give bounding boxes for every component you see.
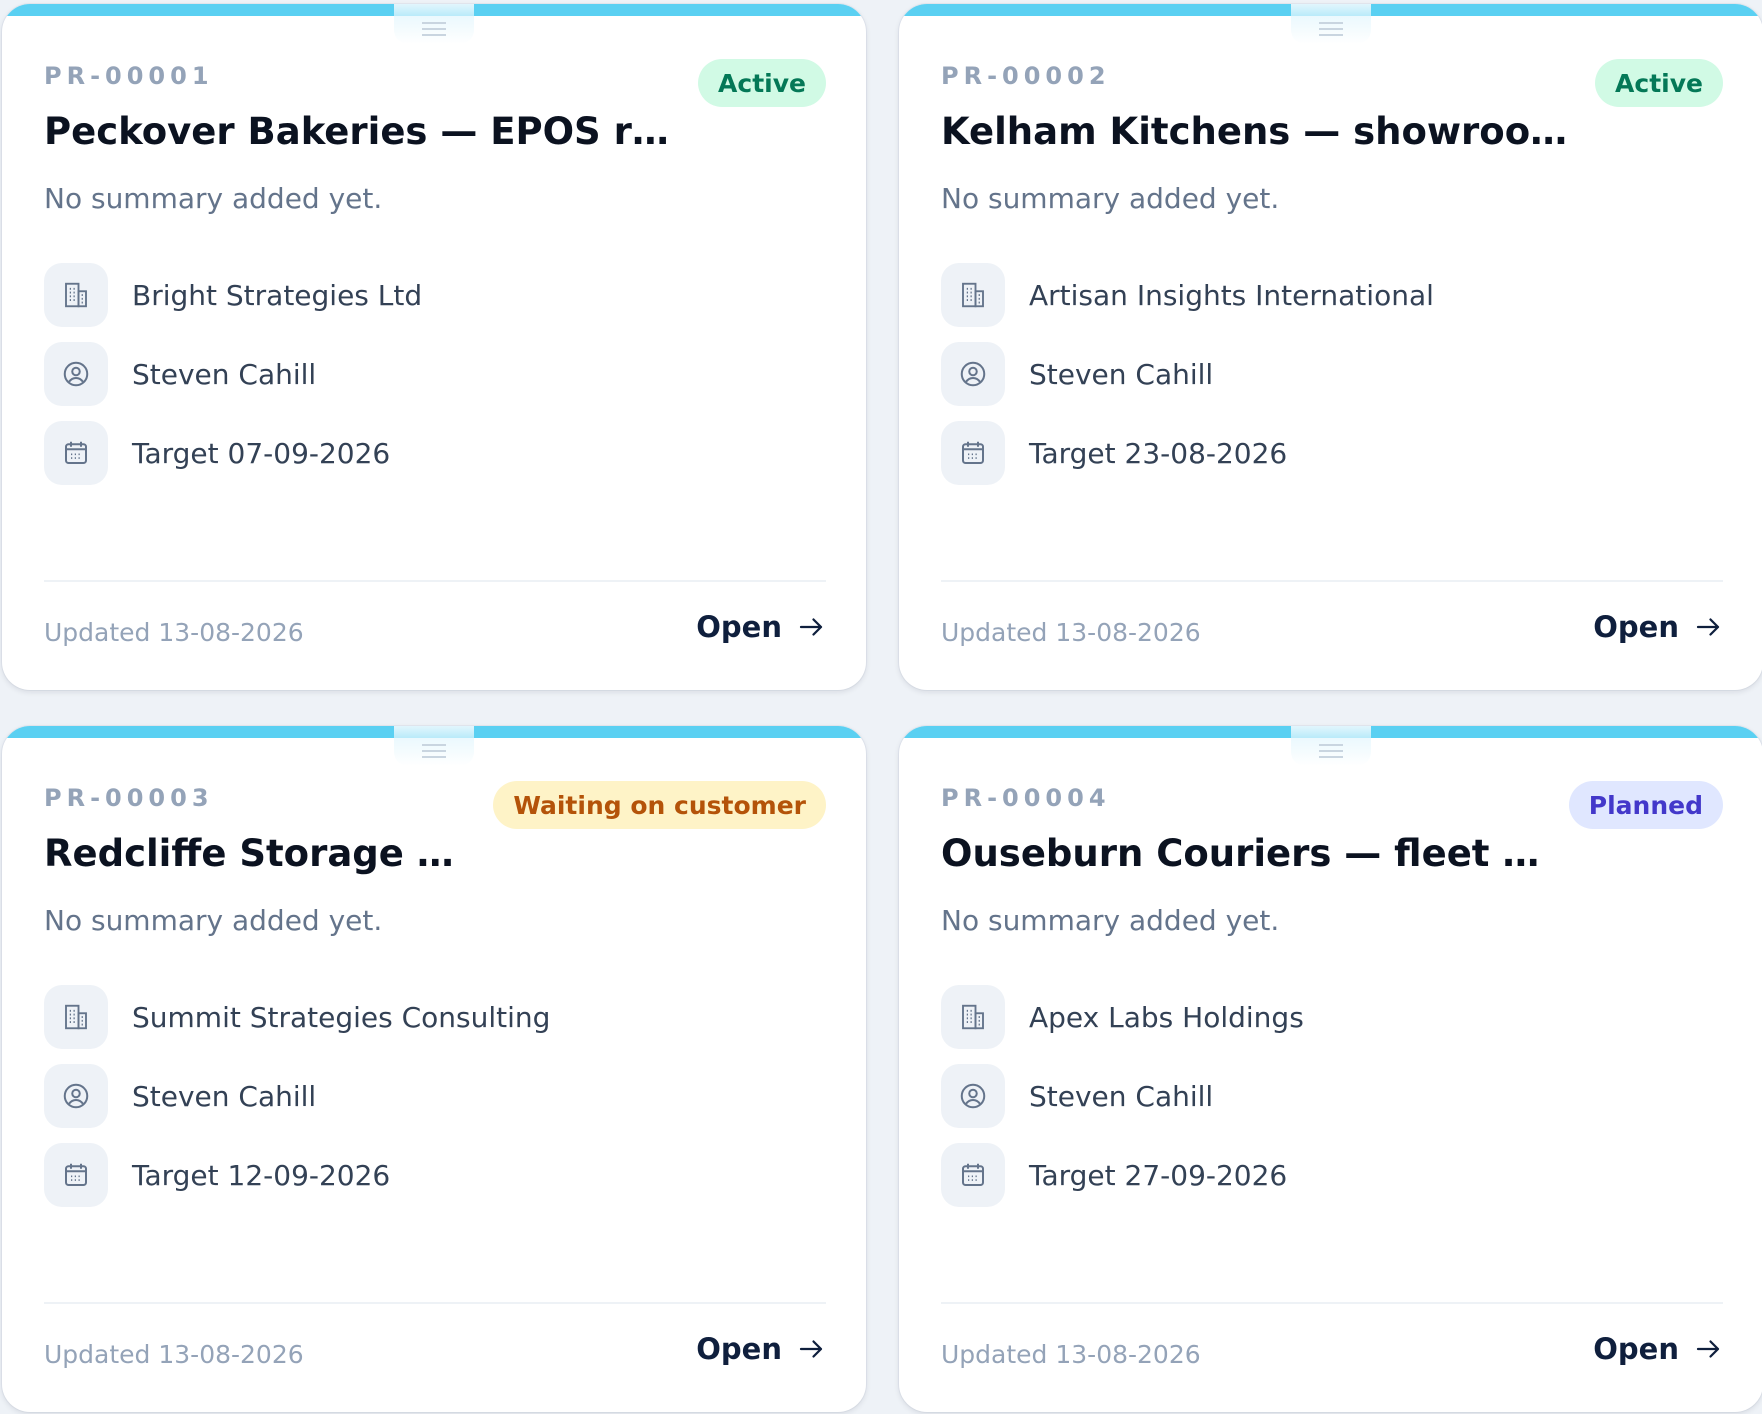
user-circle-icon: [44, 342, 108, 406]
card-divider: [44, 580, 826, 582]
building-icon: [44, 263, 108, 327]
project-summary: No summary added yet.: [44, 182, 383, 215]
owner-row: Steven Cahill: [44, 1064, 316, 1128]
target-date: Target 12-09-2026: [132, 1158, 391, 1192]
target-date: Target 27-09-2026: [1029, 1158, 1288, 1192]
target-row: Target 23-08-2026: [941, 421, 1287, 485]
client-row: Artisan Insights International: [941, 263, 1434, 327]
project-card[interactable]: PR-00004 Planned Ouseburn Couriers — fle…: [899, 726, 1762, 1412]
project-card-grid: PR-00001 Active Peckover Bakeries — EPOS…: [0, 0, 1762, 1414]
target-row: Target 07-09-2026: [44, 421, 390, 485]
arrow-right-icon: [1696, 1340, 1720, 1358]
target-row: Target 27-09-2026: [941, 1143, 1287, 1207]
project-title: Peckover Bakeries — EPOS r…: [44, 110, 669, 153]
updated-date: Updated 13-08-2026: [941, 1340, 1201, 1369]
client-name: Artisan Insights International: [1029, 278, 1434, 312]
project-code: PR-00002: [941, 62, 1111, 90]
project-code: PR-00003: [44, 784, 214, 812]
target-row: Target 12-09-2026: [44, 1143, 390, 1207]
user-circle-icon: [44, 1064, 108, 1128]
open-button[interactable]: Open: [1593, 610, 1723, 644]
project-code: PR-00001: [44, 62, 214, 90]
arrow-right-icon: [1696, 618, 1720, 636]
owner-row: Steven Cahill: [941, 1064, 1213, 1128]
open-label: Open: [1593, 610, 1679, 644]
project-code: PR-00004: [941, 784, 1111, 812]
status-badge: Planned: [1568, 781, 1723, 829]
client-name: Bright Strategies Ltd: [132, 278, 423, 312]
status-badge: Waiting on customer: [493, 781, 826, 829]
owner-name: Steven Cahill: [1029, 1079, 1214, 1113]
target-date: Target 23-08-2026: [1029, 436, 1288, 470]
drag-handle-icon[interactable]: [1291, 4, 1371, 44]
building-icon: [941, 263, 1005, 327]
card-divider: [941, 1302, 1723, 1304]
owner-row: Steven Cahill: [941, 342, 1213, 406]
project-title: Kelham Kitchens — showroo…: [941, 110, 1568, 153]
updated-date: Updated 13-08-2026: [941, 618, 1201, 647]
user-circle-icon: [941, 342, 1005, 406]
open-button[interactable]: Open: [1593, 1332, 1723, 1366]
client-row: Apex Labs Holdings: [941, 985, 1304, 1049]
status-badge: Active: [1595, 59, 1723, 107]
open-button[interactable]: Open: [696, 610, 826, 644]
project-card[interactable]: PR-00001 Active Peckover Bakeries — EPOS…: [2, 4, 866, 690]
updated-date: Updated 13-08-2026: [44, 1340, 304, 1369]
owner-name: Steven Cahill: [1029, 357, 1214, 391]
owner-name: Steven Cahill: [132, 1079, 317, 1113]
client-row: Bright Strategies Ltd: [44, 263, 422, 327]
drag-handle-icon[interactable]: [394, 726, 474, 766]
building-icon: [941, 985, 1005, 1049]
drag-handle-icon[interactable]: [1291, 726, 1371, 766]
project-card[interactable]: PR-00003 Waiting on customer Redcliffe S…: [2, 726, 866, 1412]
open-label: Open: [696, 610, 782, 644]
project-title: Redcliffe Storage …: [44, 832, 454, 875]
client-name: Summit Strategies Consulting: [132, 1000, 551, 1034]
client-name: Apex Labs Holdings: [1029, 1000, 1304, 1034]
calendar-icon: [941, 1143, 1005, 1207]
client-row: Summit Strategies Consulting: [44, 985, 550, 1049]
arrow-right-icon: [799, 1340, 823, 1358]
project-title: Ouseburn Couriers — fleet …: [941, 832, 1540, 875]
owner-name: Steven Cahill: [132, 357, 317, 391]
target-date: Target 07-09-2026: [132, 436, 391, 470]
calendar-icon: [44, 1143, 108, 1207]
building-icon: [44, 985, 108, 1049]
arrow-right-icon: [799, 618, 823, 636]
project-summary: No summary added yet.: [941, 182, 1280, 215]
open-label: Open: [1593, 1332, 1679, 1366]
user-circle-icon: [941, 1064, 1005, 1128]
owner-row: Steven Cahill: [44, 342, 316, 406]
status-badge: Active: [698, 59, 826, 107]
drag-handle-icon[interactable]: [394, 4, 474, 44]
project-card[interactable]: PR-00002 Active Kelham Kitchens — showro…: [899, 4, 1762, 690]
project-summary: No summary added yet.: [44, 904, 383, 937]
project-summary: No summary added yet.: [941, 904, 1280, 937]
calendar-icon: [941, 421, 1005, 485]
updated-date: Updated 13-08-2026: [44, 618, 304, 647]
open-label: Open: [696, 1332, 782, 1366]
card-divider: [44, 1302, 826, 1304]
card-divider: [941, 580, 1723, 582]
open-button[interactable]: Open: [696, 1332, 826, 1366]
calendar-icon: [44, 421, 108, 485]
